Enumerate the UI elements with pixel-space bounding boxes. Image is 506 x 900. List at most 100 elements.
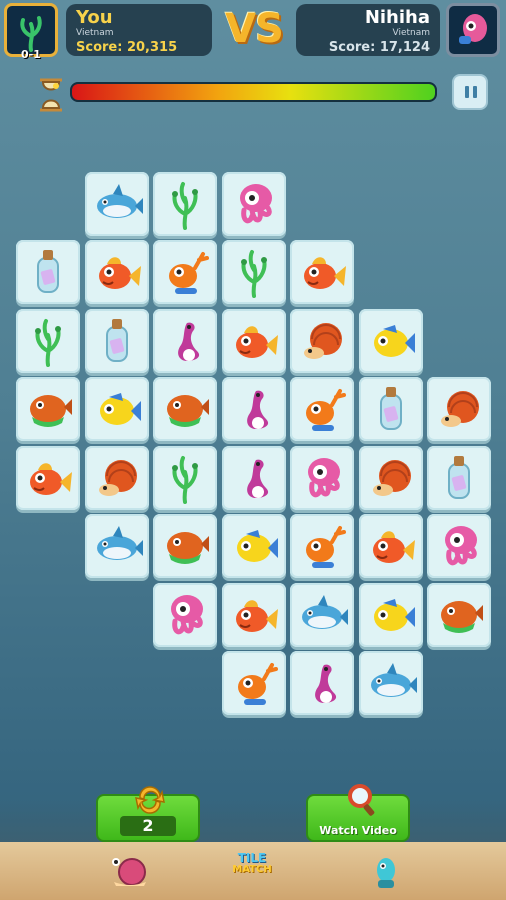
watch-video-button[interactable]: Watch Video bbox=[306, 784, 410, 842]
player-name: You bbox=[76, 7, 113, 28]
tile-yellowfish[interactable] bbox=[358, 582, 423, 647]
tile-piranha[interactable] bbox=[16, 377, 80, 441]
magnifier-icon bbox=[348, 784, 375, 816]
tile-piranha[interactable] bbox=[427, 582, 491, 647]
tile-crab[interactable] bbox=[290, 377, 354, 441]
crab-icon bbox=[169, 252, 209, 294]
tile-dino[interactable] bbox=[290, 651, 354, 715]
hermit-icon bbox=[98, 459, 137, 496]
nav-character-icon[interactable] bbox=[356, 846, 416, 896]
hourglass-icon bbox=[40, 78, 62, 112]
bottle-icon bbox=[379, 387, 402, 430]
bottle-icon bbox=[37, 250, 59, 293]
tile-goldfish[interactable] bbox=[358, 514, 423, 578]
time-progress-bar bbox=[70, 82, 437, 102]
tile-goldfish[interactable] bbox=[221, 308, 286, 373]
piranha-icon bbox=[167, 532, 209, 564]
tile-seaweed[interactable] bbox=[221, 240, 286, 304]
shark-icon bbox=[302, 594, 348, 629]
tile-dino[interactable] bbox=[153, 308, 217, 373]
time-progress-fill bbox=[72, 84, 435, 100]
opponent-panel: Nihiha Vietnam Score: 17,124 bbox=[296, 4, 440, 56]
piranha-icon bbox=[441, 600, 483, 633]
player-avatar: 0-1 bbox=[4, 3, 58, 61]
tile-seaweed[interactable] bbox=[16, 308, 80, 373]
piranha-icon bbox=[167, 395, 209, 427]
player-panel: You Vietnam Score: 20,315 bbox=[66, 4, 212, 56]
tile-crab[interactable] bbox=[221, 651, 286, 715]
pause-button[interactable] bbox=[452, 74, 488, 110]
hermit-icon bbox=[372, 459, 411, 496]
seaweed-icon bbox=[240, 250, 267, 298]
squid-icon bbox=[239, 183, 272, 223]
pause-icon-bar bbox=[473, 86, 477, 98]
tile-hermit[interactable] bbox=[358, 445, 423, 510]
yellowfish-icon bbox=[373, 598, 415, 631]
seaweed-icon bbox=[172, 181, 198, 230]
tile-seaweed[interactable] bbox=[153, 171, 217, 236]
crab-icon bbox=[306, 526, 346, 568]
tile-bottle[interactable] bbox=[84, 308, 149, 373]
piranha-icon bbox=[30, 395, 72, 427]
game-logo[interactable]: TILE MATCH bbox=[218, 852, 286, 886]
tile-goldfish[interactable] bbox=[16, 445, 80, 510]
bottle-icon bbox=[448, 455, 470, 499]
goldfish-icon bbox=[235, 599, 278, 632]
tile-goldfish[interactable] bbox=[84, 240, 149, 304]
tile-squid[interactable] bbox=[427, 514, 491, 578]
tile-bottle[interactable] bbox=[427, 445, 491, 510]
player-score: Score: 20,315 bbox=[76, 40, 178, 55]
nav-snail-icon[interactable] bbox=[100, 846, 160, 896]
tile-hermit[interactable] bbox=[290, 308, 354, 373]
goldfish-icon bbox=[235, 325, 278, 358]
logo-line2: MATCH bbox=[232, 864, 272, 875]
hermit-icon bbox=[304, 322, 342, 359]
seaweed-icon bbox=[172, 455, 198, 504]
tile-crab[interactable] bbox=[290, 514, 354, 578]
dino-icon bbox=[178, 322, 200, 361]
seaweed-icon bbox=[35, 318, 61, 367]
tile-squid[interactable] bbox=[221, 171, 286, 236]
tile-goldfish[interactable] bbox=[290, 240, 354, 304]
opponent-country: Vietnam bbox=[392, 28, 430, 38]
dino-icon bbox=[246, 459, 268, 498]
top-bar: 0-1 You Vietnam Score: 20,315 VS Nihiha … bbox=[0, 0, 506, 62]
dino-icon bbox=[315, 664, 337, 703]
opponent-avatar bbox=[446, 3, 500, 57]
logo-line1: TILE bbox=[237, 851, 267, 865]
tile-seaweed[interactable] bbox=[153, 445, 217, 510]
tile-hermit[interactable] bbox=[84, 445, 149, 510]
tile-shark[interactable] bbox=[290, 582, 354, 647]
tile-hermit[interactable] bbox=[427, 377, 491, 441]
tile-yellowfish[interactable] bbox=[358, 308, 423, 373]
tile-dino[interactable] bbox=[221, 377, 286, 441]
tile-dino[interactable] bbox=[221, 445, 286, 510]
shuffle-button[interactable]: 2 bbox=[96, 786, 200, 842]
tile-squid[interactable] bbox=[290, 445, 354, 510]
shuffle-count: 2 bbox=[120, 816, 176, 836]
tile-shark[interactable] bbox=[84, 514, 149, 578]
tile-squid[interactable] bbox=[153, 582, 217, 647]
tile-bottle[interactable] bbox=[16, 240, 80, 304]
tile-yellowfish[interactable] bbox=[221, 514, 286, 578]
squid-icon bbox=[308, 457, 340, 497]
tile-bottle[interactable] bbox=[358, 377, 423, 441]
opponent-name: Nihiha bbox=[364, 7, 430, 28]
tile-piranha[interactable] bbox=[153, 514, 217, 578]
vs-label: VS bbox=[225, 6, 284, 52]
tile-goldfish[interactable] bbox=[221, 582, 286, 647]
yellowfish-icon bbox=[236, 530, 278, 562]
yellowfish-icon bbox=[99, 393, 141, 425]
shark-icon bbox=[370, 663, 417, 697]
tile-crab[interactable] bbox=[153, 240, 217, 304]
tile-shark[interactable] bbox=[358, 651, 423, 715]
squid-icon bbox=[171, 594, 203, 634]
tile-yellowfish[interactable] bbox=[84, 377, 149, 441]
tile-shark[interactable] bbox=[84, 171, 149, 236]
player-country: Vietnam bbox=[76, 28, 114, 38]
crab-icon bbox=[237, 663, 278, 705]
goldfish-icon bbox=[98, 257, 141, 289]
dino-icon bbox=[246, 390, 268, 429]
yellowfish-icon bbox=[373, 324, 415, 357]
tile-piranha[interactable] bbox=[153, 377, 217, 441]
